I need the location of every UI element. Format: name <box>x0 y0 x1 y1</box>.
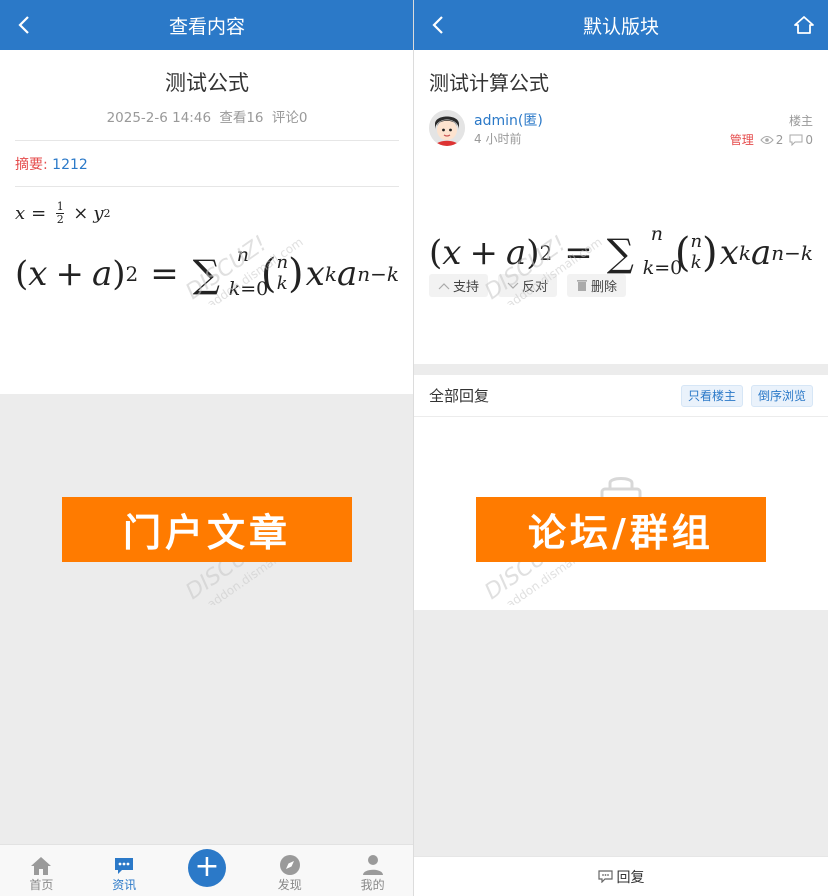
tab-label: 首页 <box>29 878 54 892</box>
thread-title: 测试计算公式 <box>429 71 549 95</box>
tab-label: 发现 <box>277 878 302 892</box>
view-count: 2 <box>760 133 783 147</box>
top-navbar: 查看内容 <box>0 0 414 50</box>
floor-label: 楼主 <box>788 114 813 128</box>
portal-article-panel: 查看内容 测试公式 2025-2-6 14:46 查看16 评论0 摘要: 12… <box>0 0 414 896</box>
trash-icon <box>577 280 588 291</box>
forum-group-banner: 论坛/群组 <box>476 497 766 562</box>
post-stats: 管理 2 0 <box>730 131 813 148</box>
all-replies-label: 全部回复 <box>429 387 490 405</box>
thread-post: 测试计算公式 admin(匿) 4 小时前 楼主 管理 2 0 (x + a … <box>414 50 828 364</box>
avatar[interactable] <box>429 110 465 146</box>
compass-icon <box>279 855 300 875</box>
only-author-button[interactable]: 只看楼主 <box>680 384 743 407</box>
avatar-icon <box>429 110 465 146</box>
tab-home[interactable]: 首页 <box>0 845 83 896</box>
chevron-left-icon <box>432 16 443 34</box>
reverse-order-button[interactable]: 倒序浏览 <box>750 384 813 407</box>
author-name[interactable]: admin(匿) <box>474 110 543 130</box>
summary-value: 1212 <box>52 157 88 173</box>
tab-mine[interactable]: 我的 <box>331 845 414 896</box>
top-navbar: 默认版块 <box>414 0 828 50</box>
article-date: 2025-2-6 14:46 <box>106 110 212 126</box>
back-button[interactable] <box>418 0 458 50</box>
forum-thread-panel: 默认版块 测试计算公式 admin(匿) 4 小时前 楼主 管理 2 0 (x… <box>414 0 828 896</box>
tab-post[interactable]: + <box>166 845 249 896</box>
home-button[interactable] <box>784 0 824 50</box>
tab-discover[interactable]: 发现 <box>248 845 331 896</box>
plus-icon: + <box>187 849 226 887</box>
tab-news[interactable]: 资讯 <box>83 845 166 896</box>
home-icon <box>31 857 52 875</box>
divider <box>15 186 399 187</box>
article-title: 测试公式 <box>165 71 249 95</box>
comment-icon <box>597 870 613 883</box>
comment-icon <box>789 134 803 146</box>
thumb-up-icon <box>438 282 450 289</box>
author-info: admin(匿) 4 小时前 楼主 管理 2 0 <box>429 110 813 150</box>
manage-link[interactable]: 管理 <box>730 131 754 148</box>
article-summary: 摘要: 1212 <box>15 141 399 186</box>
bottom-tabbar: 首页 资讯 + 发现 我的 <box>0 844 414 896</box>
post-time: 4 小时前 <box>474 132 522 146</box>
reply-bar[interactable]: 回复 <box>414 856 828 896</box>
tab-label: 我的 <box>360 878 385 892</box>
article-content: 测试公式 2025-2-6 14:46 查看16 评论0 摘要: 1212 x =… <box>0 50 414 394</box>
thumb-down-icon <box>507 282 519 289</box>
summary-label: 摘要: <box>15 157 48 173</box>
oppose-button[interactable]: 反对 <box>498 274 558 297</box>
post-actions: 支持 反对 删除 <box>429 274 627 297</box>
page-title: 默认版块 <box>582 15 659 38</box>
page-title: 查看内容 <box>168 15 245 38</box>
article-comments: 评论0 <box>271 110 308 126</box>
back-button[interactable] <box>4 0 44 50</box>
formula-binomial: (x + a) 2 = ∑ n k=0 (n k) x k a n−k <box>15 244 399 301</box>
portal-article-banner: 门户文章 <box>62 497 352 562</box>
home-outline-icon <box>794 16 814 34</box>
formula-inline: x = 12 × y 2 <box>15 200 111 226</box>
chat-dots-icon <box>115 858 134 874</box>
formula-binomial: (x + a) 2 = ∑ n k=0 (n k) x k a n−k <box>429 223 813 279</box>
user-icon <box>362 855 383 875</box>
eye-icon <box>760 135 774 144</box>
chevron-left-icon <box>18 16 29 34</box>
tab-label: 资讯 <box>112 878 137 892</box>
reply-count: 0 <box>789 133 813 147</box>
delete-button[interactable]: 删除 <box>567 274 627 297</box>
reply-header: 全部回复 只看楼主 倒序浏览 <box>414 375 828 417</box>
support-button[interactable]: 支持 <box>429 274 489 297</box>
article-views: 查看16 <box>219 110 264 126</box>
reply-label: 回复 <box>616 869 645 886</box>
article-meta: 2025-2-6 14:46 查看16 评论0 <box>15 106 399 126</box>
